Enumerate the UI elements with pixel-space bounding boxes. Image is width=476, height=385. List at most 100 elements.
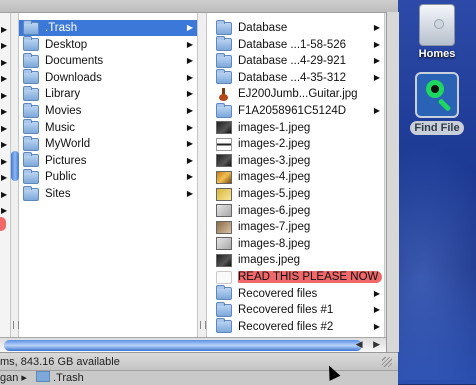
folder-icon: [23, 152, 39, 168]
guitar-image-icon: [216, 87, 232, 101]
list-item[interactable]: Public ▶: [19, 168, 197, 185]
list-item[interactable]: Recovered files #1 ▶: [212, 301, 384, 318]
image-file-icon: [216, 220, 232, 234]
list-item-label: .Trash: [45, 22, 78, 34]
list-item[interactable]: images-2.jpeg: [212, 136, 384, 152]
list-item[interactable]: Movies ▶: [19, 102, 197, 119]
list-item[interactable]: Pictures ▶: [19, 152, 197, 169]
desktop-area: Homes Find File: [398, 0, 476, 384]
disclosure-arrow-icon: ▶: [186, 189, 193, 198]
list-item[interactable]: F1A2058961C5124D ▶: [212, 102, 384, 119]
list-item-label: Database ...1-58-526: [238, 38, 347, 51]
folder-icon: [23, 36, 39, 52]
list-item[interactable]: EJ200Jumb...Guitar.jpg: [212, 86, 384, 102]
disclosure-arrow-icon: ▶: [373, 39, 380, 49]
folder-icon: [216, 19, 232, 35]
disclosure-arrow-icon: ▶: [186, 106, 193, 115]
disclosure-arrow-icon: ▶: [186, 89, 193, 99]
list-item[interactable]: Recovered files #2 ▶: [212, 318, 384, 335]
list-item[interactable]: images-1.jpeg: [212, 120, 384, 136]
list-item[interactable]: Library ▶: [19, 85, 197, 102]
folder-icon: [216, 36, 232, 52]
list-item[interactable]: MyWorld ▶: [19, 135, 197, 152]
image-file-icon: [216, 237, 232, 251]
list-item-label: READ THIS PLEASE NOW: [238, 271, 383, 283]
list-item-label: Documents: [45, 55, 104, 68]
disclosure-arrow-icon: ▶: [373, 56, 380, 66]
list-item[interactable]: images-4.jpeg: [212, 169, 384, 185]
folder-icon: [216, 69, 232, 85]
scroll-thumb[interactable]: [11, 151, 19, 181]
text-document-icon: [216, 270, 232, 284]
list-item[interactable]: Database ▶: [212, 19, 384, 36]
desktop-icon-label: Find File: [410, 121, 464, 135]
folder-icon: [23, 19, 39, 35]
list-item[interactable]: images-8.jpeg: [212, 236, 384, 252]
list-item-label: Recovered files #1: [238, 304, 334, 317]
left-column-remnant: ▶ ▶ ▶ ▶ ▶ ▶ ▶ ▶ ▶ ▶ ▶ ▶: [0, 25, 10, 349]
column-home: .Trash ▶ Desktop ▶ Documents ▶ Downloads ▶ Libra…: [19, 13, 197, 337]
folder-icon: [23, 119, 39, 135]
list-item[interactable]: Documents ▶: [19, 52, 197, 69]
list-item-label: images-3.jpeg: [238, 154, 311, 167]
image-file-icon: [216, 154, 232, 168]
list-item-label: Database ...4-29-921: [238, 55, 347, 68]
horizontal-scrollbar[interactable]: ◀ ▶: [0, 337, 386, 353]
image-file-icon: [216, 137, 232, 151]
column-divider[interactable]: [10, 13, 19, 337]
list-item-label: Recovered files #2: [238, 320, 334, 333]
list-item-label: images-5.jpeg: [238, 188, 311, 200]
disclosure-arrow-icon: ▶: [186, 155, 193, 165]
hard-drive-icon: [419, 4, 455, 46]
list-item[interactable]: .Trash ▶: [19, 19, 197, 36]
list-item[interactable]: Database ...1-58-526 ▶: [212, 36, 384, 53]
list-item[interactable]: READ THIS PLEASE NOW: [212, 269, 384, 285]
list-item[interactable]: Recovered files ▶: [212, 285, 384, 302]
list-item[interactable]: Music ▶: [19, 119, 197, 136]
list-item[interactable]: images-5.jpeg: [212, 186, 384, 202]
folder-icon: [23, 135, 39, 151]
column-resize-grip[interactable]: [200, 321, 206, 329]
status-bar: ms, 843.16 GB available: [0, 352, 398, 371]
image-file-icon: [216, 121, 232, 135]
list-item[interactable]: Sites ▶: [19, 185, 197, 202]
scroll-thumb[interactable]: [4, 340, 362, 351]
folder-icon: [216, 285, 232, 301]
folder-icon: [23, 185, 39, 201]
disclosure-arrow-icon: ▶: [373, 288, 380, 298]
list-item-label: Database: [238, 22, 288, 34]
folder-icon: [23, 102, 39, 118]
list-item-label: Database ...4-35-312: [238, 71, 347, 84]
desktop-icon-homes[interactable]: Homes: [402, 4, 472, 60]
disclosure-arrow-icon: ▶: [186, 122, 193, 132]
scroll-arrows[interactable]: ◀ ▶: [356, 339, 384, 350]
list-item[interactable]: Database ...4-29-921 ▶: [212, 52, 384, 69]
status-text: ms, 843.16 GB available: [0, 356, 120, 368]
resize-grip-icon[interactable]: [382, 357, 392, 367]
list-item[interactable]: images-7.jpeg: [212, 219, 384, 235]
list-item-label: Desktop: [45, 38, 88, 51]
list-item-label: images-8.jpeg: [238, 237, 311, 250]
column-view: ▶ ▶ ▶ ▶ ▶ ▶ ▶ ▶ ▶ ▶ ▶ ▶ .Trash ▶ Desktop ▶ Documen…: [0, 12, 394, 337]
list-item-label: Downloads: [45, 71, 102, 84]
desktop-icon-find-file[interactable]: Find File: [402, 72, 472, 135]
list-item[interactable]: Database ...4-35-312 ▶: [212, 69, 384, 86]
list-item[interactable]: Downloads ▶: [19, 69, 197, 86]
list-item-label: F1A2058961C5124D: [238, 105, 347, 117]
list-item[interactable]: images-6.jpeg: [212, 203, 384, 219]
disclosure-arrow-icon: ▶: [373, 305, 380, 315]
list-item-label: Sites: [45, 188, 71, 200]
finder-window: ▶ ▶ ▶ ▶ ▶ ▶ ▶ ▶ ▶ ▶ ▶ ▶ .Trash ▶ Desktop ▶ Documen…: [0, 0, 399, 385]
disclosure-arrow-icon: ▶: [373, 23, 380, 32]
list-item[interactable]: images.jpeg: [212, 252, 384, 268]
list-item[interactable]: Desktop ▶: [19, 36, 197, 53]
window-right-edge: [386, 12, 399, 352]
disclosure-arrow-icon: ▶: [186, 172, 193, 182]
list-item-label: EJ200Jumb...Guitar.jpg: [238, 88, 358, 101]
list-item[interactable]: images-3.jpeg: [212, 153, 384, 169]
disclosure-arrow-icon: ▶: [186, 139, 193, 149]
path-segment-current[interactable]: .Trash: [53, 372, 84, 384]
path-segment[interactable]: gan: [0, 372, 18, 384]
disclosure-arrow-icon: ▶: [373, 321, 380, 331]
column-divider[interactable]: [197, 13, 207, 337]
